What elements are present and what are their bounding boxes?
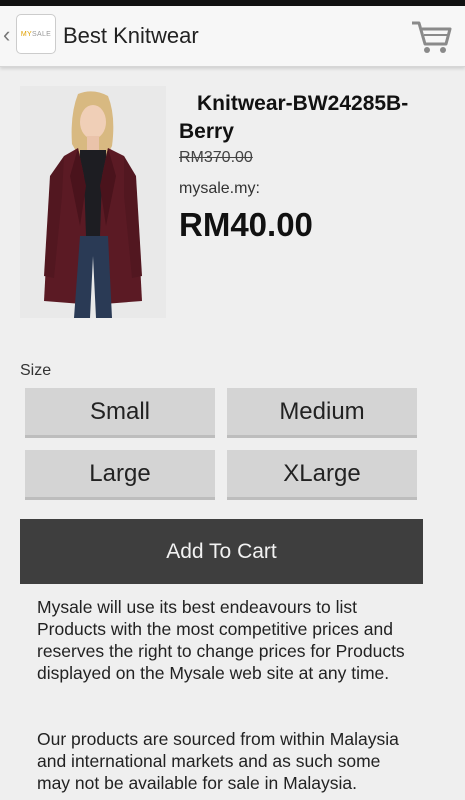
size-large-button[interactable]: Large (25, 450, 215, 500)
app-logo[interactable]: MY SALE (16, 14, 56, 54)
add-to-cart-button[interactable]: Add To Cart (20, 519, 423, 584)
sale-price: RM40.00 (179, 206, 313, 243)
size-small-button[interactable]: Small (25, 388, 215, 438)
seller-source: mysale.my: (179, 180, 260, 197)
disclaimer-pricing: Mysale will use its best endeavours to l… (37, 597, 405, 683)
page-title: Best Knitwear (63, 23, 199, 48)
product-name: Knitwear-BW24285B-Berry (179, 92, 409, 143)
size-label: Size (20, 362, 52, 379)
disclaimer-sourcing: Our products are sourced from within Mal… (37, 729, 399, 793)
size-xlarge-button[interactable]: XLarge (227, 450, 417, 500)
back-chevron-icon[interactable]: ‹ (3, 22, 10, 48)
size-medium-button[interactable]: Medium (227, 388, 417, 438)
product-image[interactable] (20, 86, 166, 318)
original-price: RM370.00 (179, 149, 253, 166)
cart-icon[interactable] (410, 18, 452, 61)
app-bar: ‹ MY SALE Best Knitwear (0, 6, 465, 67)
